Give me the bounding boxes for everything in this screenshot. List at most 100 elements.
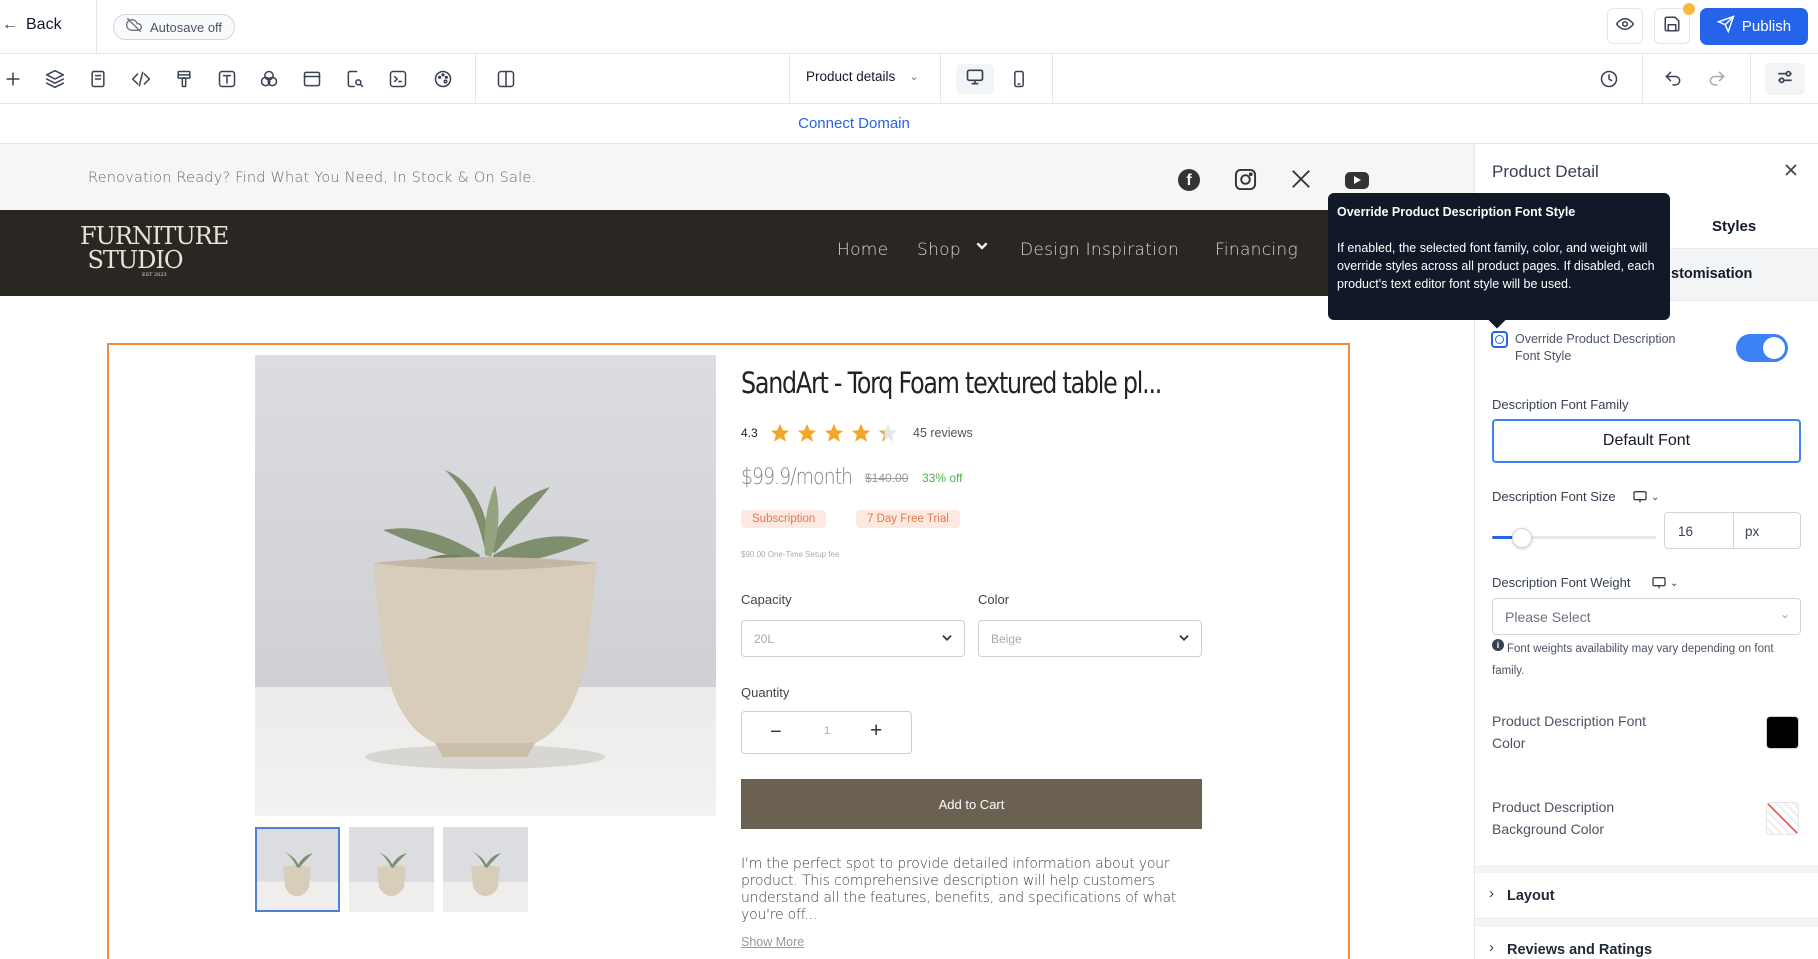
font-family-select[interactable]: Default Font [1492,419,1801,463]
slider-thumb[interactable] [1512,528,1532,548]
undo-icon[interactable] [1660,66,1686,92]
layout-label: Layout [1507,888,1555,904]
monitor-icon [965,67,985,92]
info-icon[interactable] [1491,331,1508,348]
quantity-stepper[interactable]: − 1 + [741,711,912,754]
section-icon[interactable] [299,66,325,92]
back-button[interactable]: ← Back [2,16,62,34]
save-button[interactable] [1654,3,1695,44]
terminal-icon[interactable] [385,66,411,92]
font-color-label: Product Description Font Color [1492,713,1647,751]
font-color-swatch[interactable] [1766,716,1799,749]
font-size-slider[interactable] [1492,528,1656,548]
font-size-input[interactable]: 16 px [1664,512,1801,549]
setup-fee: $90.00 One-Time Setup fee [741,550,840,559]
site-logo[interactable]: FURNITURE STUDIO EST 2023 [80,222,229,278]
top-bar: ← Back Autosave off Publish [0,0,1818,54]
announcement-text: Renovation Ready? Find What You Need, In… [88,170,537,186]
star-icon [769,422,791,444]
show-more-link[interactable]: Show More [741,935,804,949]
youtube-icon[interactable] [1345,172,1369,189]
autosave-toggle[interactable]: Autosave off [113,14,236,40]
reviews-section[interactable]: › Reviews and Ratings [1475,927,1818,959]
increment-button[interactable]: + [870,719,882,743]
chevron-right-icon: › [1489,885,1494,902]
layers-icon[interactable] [42,66,68,92]
logo-est: EST 2023 [142,272,167,278]
facebook-icon[interactable]: f [1178,169,1200,191]
capacity-select[interactable]: 20L [741,620,965,657]
paint-brush-icon[interactable] [171,66,197,92]
override-toggle[interactable] [1736,334,1788,362]
tag-free-trial: 7 Day Free Trial [856,510,960,528]
publish-button[interactable]: Publish [1700,8,1808,45]
settings-panel-button[interactable] [1765,63,1805,95]
add-to-cart-button[interactable]: Add to Cart [741,779,1202,829]
close-icon[interactable] [1781,160,1801,185]
send-icon [1716,15,1735,38]
page-select-value: Product details [806,69,896,84]
monitor-icon[interactable]: ⌄ [1632,489,1659,505]
font-size-unit[interactable]: px [1745,524,1759,539]
page-canvas: Renovation Ready? Find What You Need, In… [0,144,1474,959]
decrement-button[interactable]: − [770,721,782,744]
preview-button[interactable] [1607,8,1643,44]
thumbnail-3[interactable] [443,827,528,912]
tooltip-title: Override Product Description Font Style [1337,205,1576,219]
capacity-label: Capacity [741,592,792,607]
history-icon[interactable] [1596,66,1622,92]
product-price: $99.9/month [741,465,853,490]
pages-icon[interactable] [85,66,111,92]
instagram-icon[interactable] [1234,168,1257,196]
publish-label: Publish [1741,18,1792,35]
x-twitter-icon[interactable] [1290,168,1312,195]
text-icon[interactable] [214,66,240,92]
bg-color-label: Product Description Background Color [1492,799,1615,837]
nav-shop[interactable]: Shop [917,240,961,260]
palette-icon[interactable] [430,66,456,92]
editor-toolbar: Product details ⌄ [0,54,1818,104]
redo-icon[interactable] [1704,66,1730,92]
nav-design-inspiration[interactable]: Design Inspiration [1020,240,1179,260]
star-icon [850,422,872,444]
product-description: I'm the perfect spot to provide detailed… [741,856,1177,923]
page-search-icon[interactable] [342,66,368,92]
mobile-view-icon[interactable] [1006,66,1032,92]
cloud-off-icon [126,17,142,38]
override-tooltip: Override Product Description Font Style … [1328,193,1670,329]
tab-styles[interactable]: Styles [1712,218,1756,235]
monitor-icon[interactable]: ⌄ [1651,575,1678,591]
font-weight-select[interactable]: Please Select ⌄ [1492,598,1801,635]
desktop-view-button[interactable] [956,64,994,94]
save-icon [1663,15,1681,38]
chevron-right-icon: › [1489,939,1494,956]
nav-home[interactable]: Home [837,240,888,260]
layout-section[interactable]: › Layout [1475,873,1818,919]
product-title: SandArt - Torq Foam textured table pl... [741,366,1162,400]
code-icon[interactable] [128,66,154,92]
connect-domain-link[interactable]: Connect Domain [798,115,910,132]
chevron-down-icon: ⌄ [909,71,919,83]
tag-subscription: Subscription [741,510,827,528]
chevron-down-icon [1177,631,1191,650]
add-element-icon[interactable] [0,66,26,92]
thumbnail-2[interactable] [349,827,434,912]
font-weight-label: Description Font Weight [1492,575,1631,590]
font-weight-note: Font weights availability may vary depen… [1492,643,1774,677]
page-select[interactable]: Product details ⌄ [806,69,919,84]
product-main-image[interactable] [255,355,716,816]
thumbnail-1[interactable] [255,827,340,912]
color-select[interactable]: Beige [978,620,1202,657]
rating-value: 4.3 [741,426,758,440]
reviews-count[interactable]: 45 reviews [913,426,973,440]
back-label: Back [26,16,62,33]
split-view-icon[interactable] [493,66,519,92]
color-value: Beige [991,632,1022,646]
site-navbar: FURNITURE STUDIO EST 2023 Home Shop Desi… [0,210,1474,296]
bg-color-swatch[interactable] [1766,802,1799,835]
chevron-down-icon [940,631,954,650]
font-family-value: Default Font [1602,432,1691,449]
connect-domain-bar: Connect Domain [0,104,1818,144]
nav-financing[interactable]: Financing [1215,240,1298,260]
apps-icon[interactable] [256,66,282,92]
